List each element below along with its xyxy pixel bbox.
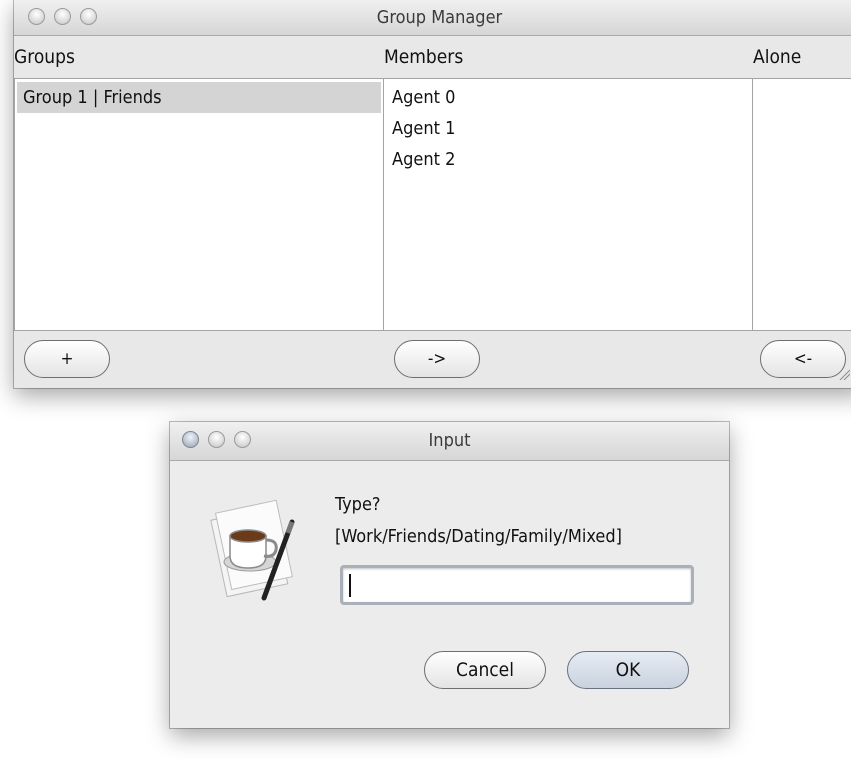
alone-list[interactable] xyxy=(752,78,851,331)
list-item[interactable]: Agent 2 xyxy=(386,144,750,175)
dialog-options-hint: [Work/Friends/Dating/Family/Mixed] xyxy=(335,526,622,547)
members-list[interactable]: Agent 0 Agent 1 Agent 2 xyxy=(383,78,753,331)
type-input[interactable] xyxy=(340,565,694,605)
dialog-title: Input xyxy=(428,430,471,451)
alone-header: Alone xyxy=(753,46,802,68)
cancel-button[interactable]: Cancel xyxy=(424,651,546,689)
groups-list[interactable]: Group 1 | Friends xyxy=(14,78,384,331)
move-to-alone-button[interactable]: -> xyxy=(394,340,480,378)
move-to-members-button[interactable]: <- xyxy=(760,340,846,378)
ok-button[interactable]: OK xyxy=(567,651,689,689)
resize-grip-icon[interactable] xyxy=(838,368,850,380)
text-caret xyxy=(349,574,351,597)
main-titlebar[interactable]: Group Manager xyxy=(14,0,851,36)
input-dialog: Input Type? [Work/Friends/Dating/Family/… xyxy=(170,422,729,728)
add-group-button[interactable]: + xyxy=(24,340,110,378)
coffee-cup-icon xyxy=(210,499,295,601)
list-item[interactable]: Agent 1 xyxy=(386,113,750,144)
dialog-prompt: Type? xyxy=(335,494,381,515)
list-item[interactable]: Group 1 | Friends xyxy=(17,82,381,113)
group-manager-window: Group Manager Groups Members Alone Group… xyxy=(14,0,851,388)
dialog-titlebar[interactable]: Input xyxy=(170,422,729,461)
members-header: Members xyxy=(384,46,464,68)
list-item[interactable]: Agent 0 xyxy=(386,82,750,113)
main-window-title: Group Manager xyxy=(376,7,503,28)
groups-header: Groups xyxy=(14,46,75,68)
